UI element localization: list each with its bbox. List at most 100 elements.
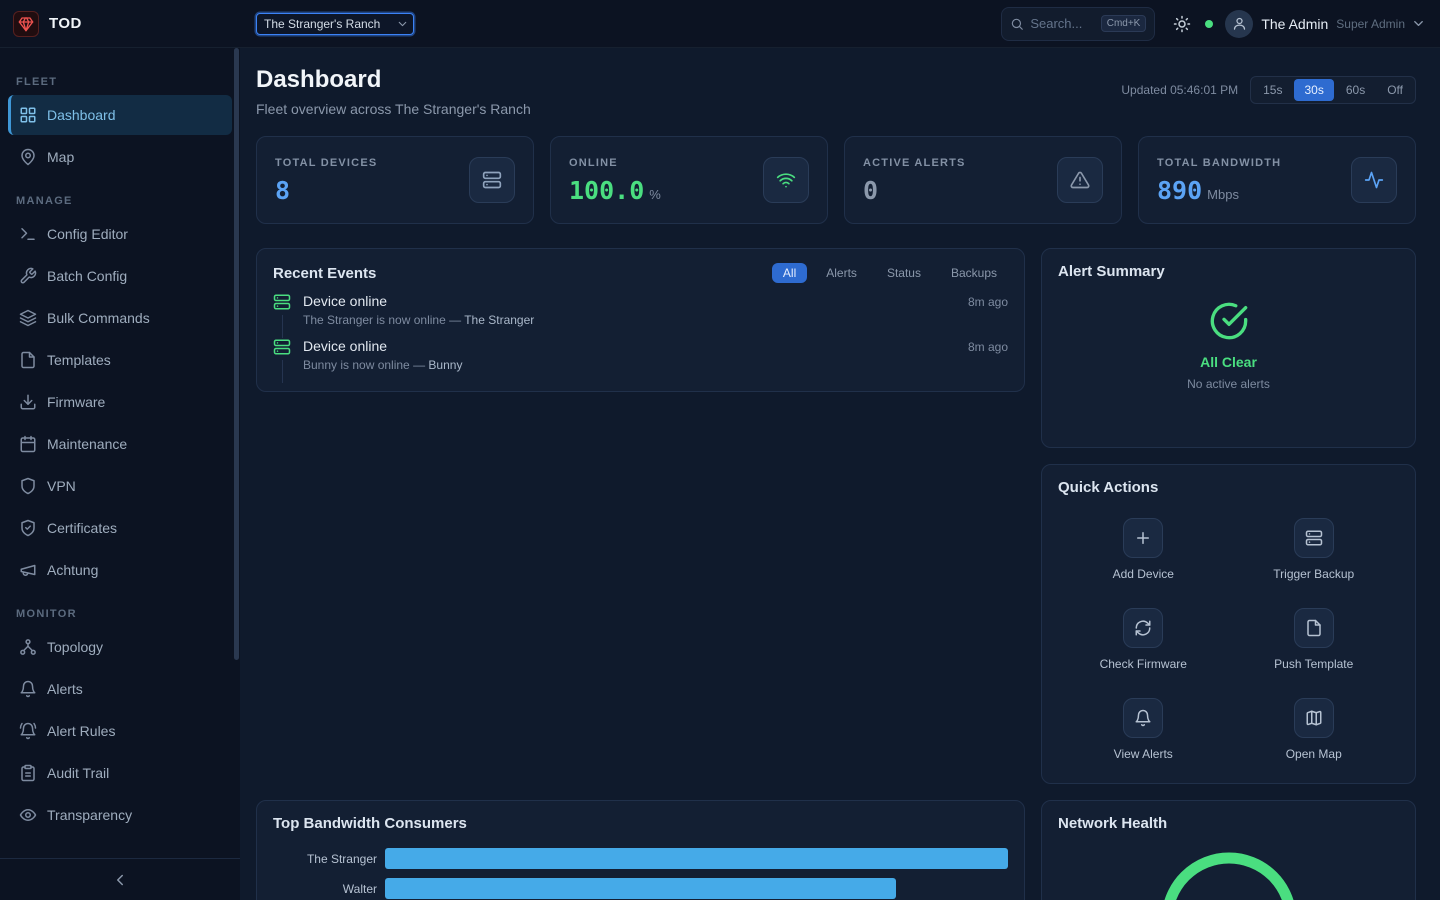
filter-alerts[interactable]: Alerts — [815, 263, 868, 283]
view-alerts-button[interactable] — [1123, 698, 1163, 738]
search-shortcut-badge: Cmd+K — [1101, 15, 1147, 32]
quick-action-trigger-backup[interactable]: Trigger Backup — [1229, 518, 1400, 581]
sidebar-scrollbar-thumb[interactable] — [234, 48, 239, 660]
alert-detail: No active alerts — [1187, 377, 1270, 391]
sidebar-item-maintenance[interactable]: Maintenance — [8, 424, 232, 464]
event-detail: The Stranger is now online — The Strange… — [303, 313, 1008, 327]
bandwidth-row: The Stranger — [273, 848, 1008, 869]
quick-action-label: Check Firmware — [1100, 657, 1187, 671]
map-icon — [1305, 709, 1323, 727]
quick-action-view-alerts[interactable]: View Alerts — [1058, 698, 1229, 761]
filter-all[interactable]: All — [772, 263, 807, 283]
search-box[interactable]: Cmd+K — [1001, 7, 1155, 41]
sidebar-item-alerts[interactable]: Alerts — [8, 669, 232, 709]
refresh-off-button[interactable]: Off — [1377, 79, 1413, 101]
quick-action-label: Open Map — [1286, 747, 1342, 761]
search-input[interactable] — [1030, 16, 1094, 31]
sidebar-collapse-button[interactable] — [111, 871, 129, 889]
sidebar-item-label: Transparency — [47, 807, 132, 823]
stats-row: TOTAL DEVICES 8 ONLINE 100.0% ACTIVE ALE… — [256, 136, 1416, 224]
quick-action-label: Push Template — [1274, 657, 1353, 671]
filter-status[interactable]: Status — [876, 263, 932, 283]
sidebar-item-transparency[interactable]: Transparency — [8, 795, 232, 835]
sidebar-item-label: Achtung — [47, 562, 98, 578]
event-title: Device online — [303, 293, 387, 309]
open-map-button[interactable] — [1294, 698, 1334, 738]
updated-timestamp: Updated 05:46:01 PM — [1121, 83, 1238, 97]
sidebar-item-achtung[interactable]: Achtung — [8, 550, 232, 590]
timeline-connector — [282, 315, 283, 338]
sidebar: FLEET Dashboard Map MANAGE Config Editor… — [0, 48, 240, 900]
sidebar-item-config-editor[interactable]: Config Editor — [8, 214, 232, 254]
sidebar-item-certificates[interactable]: Certificates — [8, 508, 232, 548]
quick-action-check-firmware[interactable]: Check Firmware — [1058, 608, 1229, 671]
event-filters: All Alerts Status Backups — [772, 263, 1008, 283]
download-icon — [19, 393, 37, 411]
refresh-15s-button[interactable]: 15s — [1253, 79, 1292, 101]
ranch-select-wrap: The Stranger's Ranch — [256, 13, 414, 35]
add-device-button[interactable] — [1123, 518, 1163, 558]
sidebar-item-batch-config[interactable]: Batch Config — [8, 256, 232, 296]
sidebar-item-label: Certificates — [47, 520, 117, 536]
bandwidth-row: Walter — [273, 878, 1008, 899]
event-device: The Stranger — [464, 313, 534, 327]
sidebar-item-label: Config Editor — [47, 226, 128, 242]
event-time: 8m ago — [968, 295, 1008, 309]
quick-action-push-template[interactable]: Push Template — [1229, 608, 1400, 671]
device-server-icon — [273, 338, 291, 356]
push-template-button[interactable] — [1294, 608, 1334, 648]
status-dot — [1205, 20, 1213, 28]
sidebar-item-label: Firmware — [47, 394, 105, 410]
app-name: TOD — [49, 15, 82, 32]
sidebar-item-topology[interactable]: Topology — [8, 627, 232, 667]
alert-triangle-icon — [1057, 157, 1103, 203]
calendar-icon — [19, 435, 37, 453]
sidebar-item-vpn[interactable]: VPN — [8, 466, 232, 506]
network-icon — [19, 638, 37, 656]
ranch-select[interactable]: The Stranger's Ranch — [256, 13, 414, 35]
filter-backups[interactable]: Backups — [940, 263, 1008, 283]
shield-check-icon — [19, 519, 37, 537]
page-header: Dashboard Fleet overview across The Stra… — [256, 66, 1416, 117]
sidebar-item-bulk-commands[interactable]: Bulk Commands — [8, 298, 232, 338]
sidebar-item-label: Audit Trail — [47, 765, 109, 781]
sidebar-item-audit-trail[interactable]: Audit Trail — [8, 753, 232, 793]
sidebar-nav: FLEET Dashboard Map MANAGE Config Editor… — [0, 48, 240, 858]
sidebar-item-label: Topology — [47, 639, 103, 655]
events-list: Device online 8m ago The Stranger is now… — [273, 293, 1008, 383]
event-row[interactable]: Device online 8m ago The Stranger is now… — [273, 293, 1008, 338]
quick-action-add-device[interactable]: Add Device — [1058, 518, 1229, 581]
stat-card-online: ONLINE 100.0% — [550, 136, 828, 224]
topbar: TOD The Stranger's Ranch Cmd+K The Admin… — [0, 0, 1440, 48]
sidebar-item-map[interactable]: Map — [8, 137, 232, 177]
refresh-60s-button[interactable]: 60s — [1336, 79, 1375, 101]
user-menu-chevron-down-icon[interactable] — [1411, 16, 1426, 31]
network-health-card: Network Health — [1041, 800, 1416, 900]
theme-toggle-button[interactable] — [1173, 15, 1191, 33]
trigger-backup-button[interactable] — [1294, 518, 1334, 558]
event-row[interactable]: Device online 8m ago Bunny is now online… — [273, 338, 1008, 383]
shield-icon — [19, 477, 37, 495]
sidebar-item-label: Alerts — [47, 681, 83, 697]
check-firmware-button[interactable] — [1123, 608, 1163, 648]
sidebar-item-alert-rules[interactable]: Alert Rules — [8, 711, 232, 751]
refresh-30s-button[interactable]: 30s — [1294, 79, 1333, 101]
alert-summary-card: Alert Summary All Clear No active alerts — [1041, 248, 1416, 448]
sidebar-section-label-manage: MANAGE — [16, 195, 224, 207]
quick-actions-card: Quick Actions Add Device Trigger Backup — [1041, 464, 1416, 784]
avatar[interactable] — [1225, 10, 1253, 38]
event-separator: — — [449, 313, 461, 327]
sun-icon — [1173, 15, 1191, 33]
alert-summary-title: Alert Summary — [1058, 263, 1165, 280]
sidebar-item-dashboard[interactable]: Dashboard — [8, 95, 232, 135]
sidebar-item-templates[interactable]: Templates — [8, 340, 232, 380]
page-subtitle: Fleet overview across The Stranger's Ran… — [256, 101, 531, 117]
app-logo-icon — [13, 11, 39, 37]
recent-events-title: Recent Events — [273, 265, 376, 282]
quick-action-open-map[interactable]: Open Map — [1229, 698, 1400, 761]
bandwidth-device-label: The Stranger — [273, 852, 385, 866]
stat-unit: Mbps — [1207, 187, 1239, 202]
bandwidth-chart: The Stranger Walter — [273, 848, 1008, 899]
alert-status: All Clear — [1200, 354, 1257, 370]
sidebar-item-firmware[interactable]: Firmware — [8, 382, 232, 422]
